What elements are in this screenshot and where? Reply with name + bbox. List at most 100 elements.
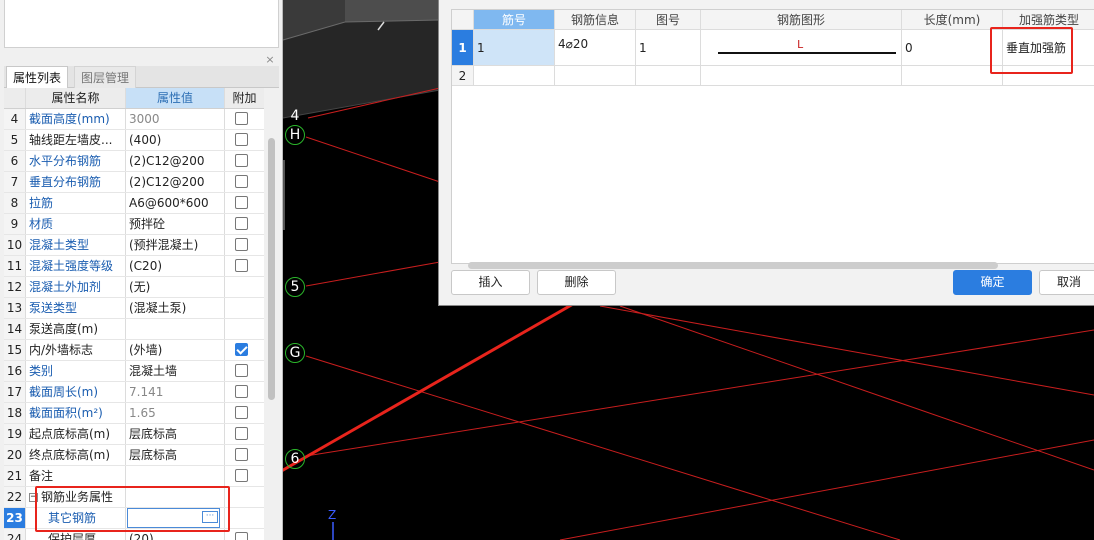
property-row[interactable]: 15 内/外墙标志 (外墙) <box>4 340 264 361</box>
property-name: 终点底标高(m) <box>26 445 126 465</box>
axis-label-h: H <box>285 125 305 145</box>
property-value[interactable]: (预拌混凝土) <box>126 235 225 255</box>
property-value[interactable]: 混凝土墙 <box>126 361 225 381</box>
property-extra <box>225 193 264 213</box>
cell-length[interactable]: 0 <box>902 30 1003 66</box>
property-extra <box>225 256 264 276</box>
property-row[interactable]: 12 混凝土外加剂 (无) <box>4 277 264 298</box>
property-row[interactable]: 11 混凝土强度等级 (C20) <box>4 256 264 277</box>
property-value[interactable]: 7.141 <box>126 382 225 402</box>
property-row[interactable]: 5 轴线距左墙皮... (400) <box>4 130 264 151</box>
vertical-scrollbar[interactable] <box>266 88 277 540</box>
cell-rebar-shape[interactable]: L <box>701 30 902 66</box>
tab-properties[interactable]: 属性列表 <box>6 66 69 88</box>
extra-checkbox[interactable] <box>235 343 248 356</box>
scrollbar-thumb[interactable] <box>268 138 275 400</box>
property-extra <box>225 424 264 444</box>
cancel-button[interactable]: 取消 <box>1039 270 1094 295</box>
cell-fig-no[interactable] <box>636 66 701 86</box>
property-name: 混凝土强度等级 <box>26 256 126 276</box>
property-row[interactable]: 9 材质 预拌砼 <box>4 214 264 235</box>
extra-checkbox[interactable] <box>235 448 248 461</box>
property-row[interactable]: 21 备注 <box>4 466 264 487</box>
extra-checkbox[interactable] <box>235 364 248 377</box>
col-length[interactable]: 长度(mm) <box>902 10 1003 30</box>
cell-rebar-info[interactable] <box>555 66 636 86</box>
property-value[interactable]: A6@600*600 <box>126 193 225 213</box>
extra-checkbox[interactable] <box>235 112 248 125</box>
property-row[interactable]: 19 起点底标高(m) 层底标高 <box>4 424 264 445</box>
property-value[interactable]: 层底标高 <box>126 424 225 444</box>
property-value[interactable]: (无) <box>126 277 225 297</box>
property-value[interactable] <box>126 319 225 339</box>
property-value[interactable]: 预拌砼 <box>126 214 225 234</box>
insert-button[interactable]: 插入 <box>451 270 530 295</box>
property-row[interactable]: 16 类别 混凝土墙 <box>4 361 264 382</box>
property-row[interactable]: 10 混凝土类型 (预拌混凝土) <box>4 235 264 256</box>
col-rebar-shape[interactable]: 钢筋图形 <box>701 10 902 30</box>
property-value[interactable]: 层底标高 <box>126 445 225 465</box>
property-row[interactable]: 7 垂直分布钢筋 (2)C12@200 <box>4 172 264 193</box>
property-row[interactable]: 13 泵送类型 (混凝土泵) <box>4 298 264 319</box>
property-value[interactable] <box>126 466 225 486</box>
cell-bar-no[interactable] <box>474 66 555 86</box>
property-name-text: 拉筋 <box>29 196 54 210</box>
extra-checkbox[interactable] <box>235 154 248 167</box>
tab-layers[interactable]: 图层管理 <box>74 66 137 88</box>
property-row[interactable]: 20 终点底标高(m) 层底标高 <box>4 445 264 466</box>
property-row[interactable]: 17 截面周长(m) 7.141 <box>4 382 264 403</box>
property-value[interactable]: (C20) <box>126 256 225 276</box>
horizontal-scrollbar[interactable] <box>468 262 998 269</box>
property-name: 截面面积(m²) <box>26 403 126 423</box>
col-rebar-info[interactable]: 钢筋信息 <box>555 10 636 30</box>
extra-checkbox[interactable] <box>235 175 248 188</box>
header-name[interactable]: 属性名称 <box>26 88 126 108</box>
extra-checkbox[interactable] <box>235 406 248 419</box>
property-row[interactable]: 8 拉筋 A6@600*600 <box>4 193 264 214</box>
extra-checkbox[interactable] <box>235 385 248 398</box>
property-value[interactable]: (外墙) <box>126 340 225 360</box>
property-row-number: 17 <box>4 382 26 402</box>
extra-checkbox[interactable] <box>235 532 248 540</box>
extra-checkbox[interactable] <box>235 469 248 482</box>
col-bar-no[interactable]: 筋号 <box>474 10 555 30</box>
property-value[interactable]: (混凝土泵) <box>126 298 225 318</box>
axis-line-h <box>305 136 441 183</box>
header-value[interactable]: 属性值 <box>126 88 225 108</box>
property-value[interactable]: (2)C12@200 <box>126 172 225 192</box>
property-value[interactable]: 1.65 <box>126 403 225 423</box>
property-row[interactable]: 6 水平分布钢筋 (2)C12@200 <box>4 151 264 172</box>
extra-checkbox[interactable] <box>235 133 248 146</box>
property-extra <box>225 277 264 297</box>
property-row[interactable]: 4 截面高度(mm) 3000 <box>4 109 264 130</box>
property-value[interactable]: 3000 <box>126 109 225 129</box>
ok-button[interactable]: 确定 <box>953 270 1032 295</box>
extra-checkbox[interactable] <box>235 238 248 251</box>
cell-rebar-shape[interactable] <box>701 66 902 86</box>
cell-bar-no[interactable]: 1 <box>474 30 555 66</box>
axis-line-g <box>305 355 901 540</box>
property-name-text: 起点底标高(m) <box>29 427 111 441</box>
property-value[interactable]: (400) <box>126 130 225 150</box>
cell-fig-no[interactable]: 1 <box>636 30 701 66</box>
delete-button[interactable]: 删除 <box>537 270 616 295</box>
property-extra <box>225 529 264 540</box>
extra-checkbox[interactable] <box>235 427 248 440</box>
cell-rebar-info[interactable]: 4⌀20 <box>555 30 636 66</box>
extra-checkbox[interactable] <box>235 196 248 209</box>
property-name: 备注 <box>26 466 126 486</box>
extra-checkbox[interactable] <box>235 217 248 230</box>
highlight-box-reinforce-type <box>990 27 1073 74</box>
extra-checkbox[interactable] <box>235 259 248 272</box>
property-row[interactable]: 18 截面面积(m²) 1.65 <box>4 403 264 424</box>
col-fig-no[interactable]: 图号 <box>636 10 701 30</box>
header-extra[interactable]: 附加 <box>225 88 264 108</box>
close-icon[interactable]: × <box>264 54 276 66</box>
property-row-number: 16 <box>4 361 26 381</box>
property-row[interactable]: 14 泵送高度(m) <box>4 319 264 340</box>
property-extra <box>225 340 264 360</box>
property-value[interactable]: (2)C12@200 <box>126 151 225 171</box>
property-extra <box>225 151 264 171</box>
cell-length[interactable] <box>902 66 1003 86</box>
property-name: 垂直分布钢筋 <box>26 172 126 192</box>
